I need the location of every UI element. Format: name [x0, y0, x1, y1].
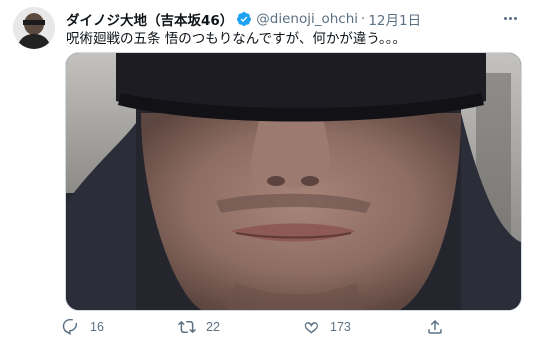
share-button[interactable]	[426, 316, 444, 338]
tweet-text: 呪術廻戦の五条 悟のつもりなんですが、何かが違う。。。	[66, 31, 407, 47]
user-handle[interactable]: @dienoji_ohchi	[256, 11, 358, 27]
photo-image	[66, 53, 521, 310]
avatar-image	[13, 7, 55, 49]
tweet-actions: 16 22 173	[62, 316, 462, 338]
verified-badge-icon	[236, 11, 252, 27]
like-count: 173	[330, 320, 351, 334]
avatar[interactable]	[13, 7, 55, 49]
retweet-button[interactable]: 22	[178, 316, 220, 338]
retweet-count: 22	[206, 320, 220, 334]
separator-dot: ·	[361, 11, 366, 27]
retweet-icon	[178, 318, 196, 336]
more-icon[interactable]	[499, 9, 521, 27]
reply-count: 16	[90, 320, 104, 334]
tweet-photo[interactable]	[65, 52, 522, 311]
heart-icon	[302, 318, 320, 336]
display-name[interactable]: ダイノジ大地（吉本坂46）	[66, 9, 233, 29]
tweet-date[interactable]: 12月1日	[368, 9, 421, 29]
tweet[interactable]: ダイノジ大地（吉本坂46） @dienoji_ohchi · 12月1日 呪術廻…	[0, 0, 535, 342]
reply-button[interactable]: 16	[62, 316, 104, 338]
share-icon	[426, 318, 444, 336]
like-button[interactable]: 173	[302, 316, 351, 338]
tweet-header: ダイノジ大地（吉本坂46） @dienoji_ohchi · 12月1日	[66, 9, 495, 29]
reply-icon	[62, 318, 80, 336]
